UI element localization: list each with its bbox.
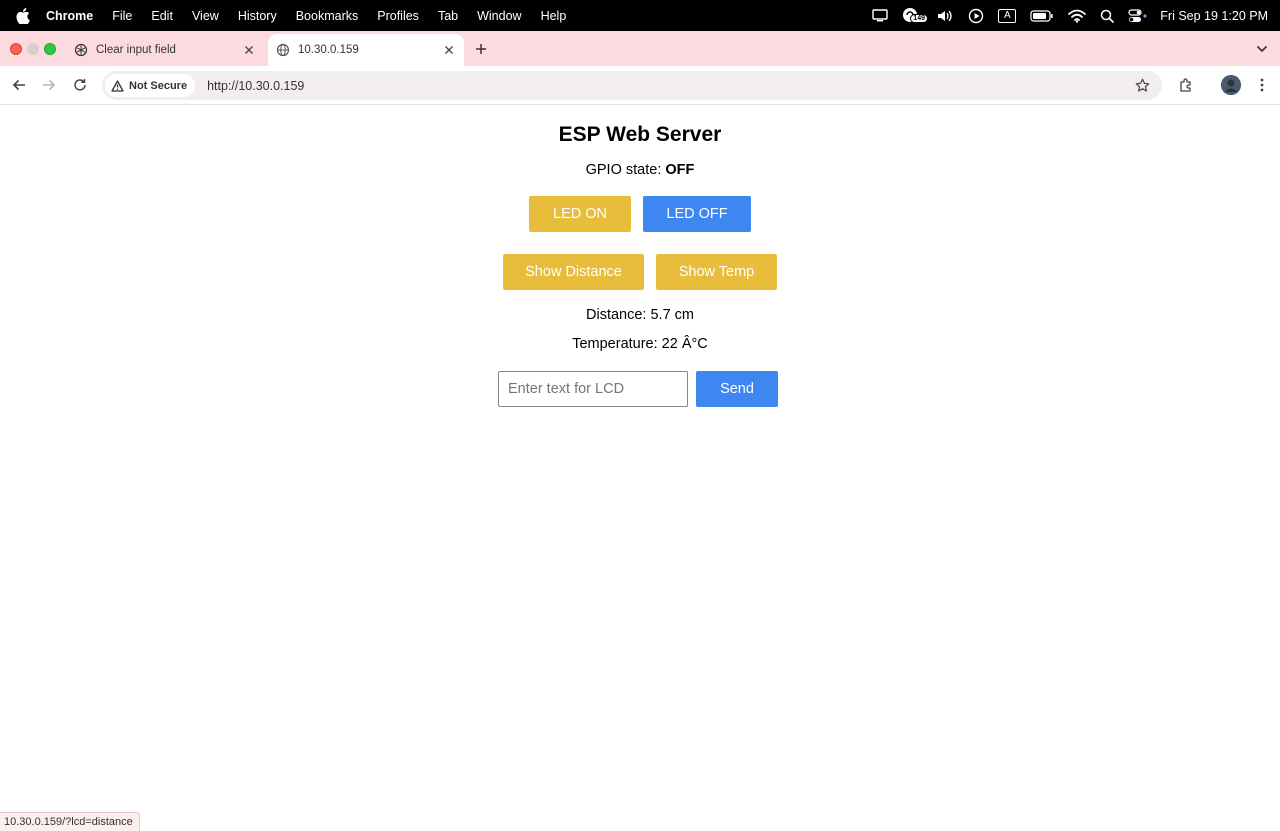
menu-file[interactable]: File: [112, 9, 132, 23]
wifi-icon[interactable]: [1068, 9, 1087, 23]
search-icon[interactable]: [1100, 9, 1115, 23]
menu-app-name[interactable]: Chrome: [46, 9, 93, 23]
menu-window[interactable]: Window: [477, 9, 521, 23]
menubar-status-area: 149 A Fri Sep 19 1:20 PM: [858, 0, 1268, 31]
bookmark-star-icon[interactable]: [1134, 77, 1150, 93]
menu-edit[interactable]: Edit: [151, 9, 173, 23]
forward-arrow-icon[interactable]: [40, 76, 58, 94]
security-label: Not Secure: [129, 79, 188, 92]
tab-close-icon[interactable]: [442, 43, 456, 57]
menu-tab[interactable]: Tab: [438, 9, 458, 23]
play-icon[interactable]: [968, 8, 984, 24]
distance-readout: Distance: 5.7 cm: [586, 307, 694, 323]
menu-help[interactable]: Help: [541, 9, 567, 23]
led-off-button[interactable]: LED OFF: [643, 196, 751, 232]
menubar-clock[interactable]: Fri Sep 19 1:20 PM: [1160, 9, 1268, 23]
globe-icon: [276, 43, 290, 57]
gpio-state-label: GPIO state:: [585, 162, 666, 178]
address-bar[interactable]: Not Secure http://10.30.0.159: [102, 71, 1162, 100]
tab-strip: Clear input field 10.30.0.159: [0, 31, 1280, 66]
tab-close-icon[interactable]: [242, 43, 256, 57]
gpio-state: GPIO state: OFF: [0, 162, 1280, 178]
tab-title: Clear input field: [96, 44, 176, 56]
web-page: ESP Web Server GPIO state: OFF LED ON LE…: [0, 106, 1280, 831]
battery-icon[interactable]: [1030, 9, 1054, 22]
more-vert-icon[interactable]: [1254, 76, 1270, 94]
show-temp-button[interactable]: Show Temp: [656, 254, 777, 290]
macos-menu-bar: Chrome File Edit View History Bookmarks …: [0, 0, 1280, 31]
display-icon[interactable]: [872, 9, 888, 22]
menu-profiles[interactable]: Profiles: [377, 9, 419, 23]
input-source-label: A: [998, 8, 1017, 23]
openai-icon: [74, 43, 88, 57]
send-button[interactable]: Send: [696, 371, 778, 407]
extensions-puzzle-icon[interactable]: [1177, 76, 1195, 94]
tab-10-30-0-159[interactable]: 10.30.0.159: [268, 34, 464, 66]
window-close-button[interactable]: [10, 43, 22, 55]
control-center-icon[interactable]: [1128, 8, 1148, 23]
url-text[interactable]: http://10.30.0.159: [207, 79, 304, 93]
window-minimize-button[interactable]: [27, 43, 39, 55]
menu-view[interactable]: View: [192, 9, 219, 23]
tab-clear-input-field[interactable]: Clear input field: [66, 34, 264, 66]
notification-count: 149: [910, 13, 928, 23]
menu-bookmarks[interactable]: Bookmarks: [296, 9, 359, 23]
tab-title: 10.30.0.159: [298, 44, 359, 56]
status-url: 10.30.0.159/?lcd=distance: [4, 816, 133, 828]
security-indicator[interactable]: Not Secure: [105, 74, 196, 97]
new-tab-plus-icon[interactable]: [472, 40, 490, 58]
apple-menu-icon[interactable]: [14, 7, 32, 25]
tab-search-chevron-icon[interactable]: [1254, 41, 1270, 57]
browser-toolbar: Not Secure http://10.30.0.159: [0, 66, 1280, 105]
gpio-state-value: OFF: [665, 162, 695, 178]
volume-icon[interactable]: [936, 9, 954, 23]
lcd-text-input[interactable]: [498, 371, 688, 407]
menu-history[interactable]: History: [238, 9, 277, 23]
profile-avatar[interactable]: [1221, 75, 1241, 95]
page-title: ESP Web Server: [558, 123, 722, 146]
warning-triangle-icon: [111, 79, 124, 92]
link-status-bubble: 10.30.0.159/?lcd=distance: [0, 812, 140, 831]
reload-icon[interactable]: [71, 76, 89, 94]
notification-badge-icon[interactable]: 149: [902, 7, 928, 25]
window-maximize-button[interactable]: [44, 43, 56, 55]
back-arrow-icon[interactable]: [10, 76, 28, 94]
show-distance-button[interactable]: Show Distance: [503, 254, 644, 290]
temperature-readout: Temperature: 22 Â°C: [572, 336, 708, 352]
input-source-icon[interactable]: A: [998, 8, 1017, 23]
led-on-button[interactable]: LED ON: [529, 196, 631, 232]
